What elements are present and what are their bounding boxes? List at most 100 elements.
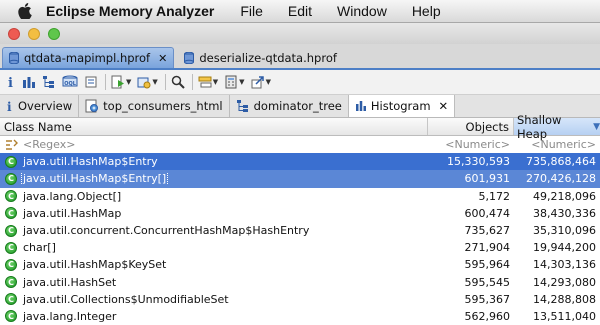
close-tab-icon[interactable]: ✕: [158, 52, 167, 65]
column-header-class-name[interactable]: Class Name: [0, 118, 428, 135]
class-name-filter-input[interactable]: <Regex>: [23, 138, 75, 151]
oql-icon[interactable]: OQL: [62, 73, 78, 91]
class-icon: C: [5, 310, 17, 323]
heap-dump-icon: [184, 51, 195, 64]
table-row[interactable]: Cjava.util.HashMap$KeySet 595,964 14,303…: [0, 256, 600, 273]
class-icon: C: [5, 258, 17, 271]
report-icon: [85, 99, 99, 113]
table-row[interactable]: Cjava.util.HashMap 600,474 38,430,336: [0, 205, 600, 222]
table-row[interactable]: Cjava.util.Collections$UnmodifiableSet 5…: [0, 291, 600, 308]
toolbar: i OQL ▼ ▼ ▼ ▼ ▼: [0, 70, 600, 95]
close-window-button[interactable]: [8, 27, 20, 40]
objects-cell: 562,960: [464, 309, 511, 323]
calculator-icon[interactable]: ▼: [224, 73, 245, 91]
svg-text:i: i: [7, 100, 12, 112]
class-icon: C: [5, 293, 17, 306]
view-tab-bar: i Overview top_consumers_html dominator_…: [0, 95, 600, 118]
toolbar-separator: [164, 74, 166, 90]
overview-info-icon[interactable]: i: [6, 73, 16, 91]
tab-label: top_consumers_html: [103, 99, 223, 113]
tab-label: Histogram: [370, 99, 431, 113]
table-header: Class Name Objects Shallow Heap ▼: [0, 113, 600, 141]
editor-tab-bar: qtdata-mapimpl.hprof ✕ deserialize-qtdat…: [0, 44, 600, 70]
class-name-cell: java.util.HashSet: [23, 275, 117, 289]
table-row[interactable]: Cchar[] 271,904 19,944,200: [0, 239, 600, 256]
table-row[interactable]: Cjava.lang.Integer 562,960 13,511,040: [0, 308, 600, 325]
histogram-table: Class Name Objects Shallow Heap ▼ <Regex>…: [0, 113, 600, 325]
thread-overview-icon[interactable]: [84, 73, 98, 91]
sort-descending-icon: ▼: [593, 121, 600, 132]
query-browser-icon[interactable]: ▼: [137, 73, 158, 91]
menu-window[interactable]: Window: [337, 3, 387, 19]
filter-row: <Regex> <Numeric> <Numeric>: [0, 136, 600, 153]
table-row[interactable]: Cjava.util.HashMap$Entry[] 601,931 270,4…: [0, 170, 600, 188]
toolbar-separator: [105, 74, 106, 90]
class-icon: C: [5, 241, 17, 254]
minimize-window-button[interactable]: [28, 27, 40, 40]
shallow-heap-cell: 49,218,096: [533, 189, 596, 203]
class-name-cell: java.lang.Integer: [23, 309, 117, 323]
editor-tab-deserialize-qtdata[interactable]: deserialize-qtdata.hprof: [178, 47, 343, 68]
heap-dump-icon: [9, 52, 19, 64]
objects-cell: 600,474: [464, 206, 511, 220]
table-row[interactable]: Cjava.util.HashMap$Entry 15,330,593 735,…: [0, 153, 600, 171]
editor-tab-label: deserialize-qtdata.hprof: [199, 50, 337, 65]
search-icon[interactable]: [171, 73, 185, 91]
shallow-heap-cell: 14,293,080: [533, 275, 596, 289]
shallow-heap-cell: 735,868,464: [526, 155, 596, 169]
menu-file[interactable]: File: [240, 3, 263, 19]
class-icon: C: [5, 207, 17, 220]
shallow-heap-cell: 270,426,128: [526, 172, 596, 186]
table-row[interactable]: Cjava.lang.Object[] 5,172 49,218,096: [0, 188, 600, 205]
shallow-heap-cell: 13,511,040: [533, 309, 596, 323]
class-name-cell: java.util.HashMap$KeySet: [23, 258, 167, 272]
tab-label: dominator_tree: [253, 99, 342, 113]
shallow-heap-cell: 19,944,200: [533, 241, 596, 255]
class-name-cell: java.util.HashMap: [23, 206, 122, 220]
objects-cell: 595,545: [464, 275, 511, 289]
class-icon: C: [5, 224, 17, 237]
group-by-icon[interactable]: ▼: [198, 73, 218, 91]
objects-cell: 15,330,593: [447, 155, 510, 169]
menu-bar: Eclipse Memory Analyzer File Edit Window…: [0, 0, 600, 23]
shallow-heap-cell: 35,310,096: [533, 224, 596, 238]
shallow-heap-cell: 14,303,136: [533, 258, 596, 272]
info-icon: i: [6, 100, 14, 112]
close-tab-icon[interactable]: ✕: [439, 99, 449, 113]
objects-cell: 271,904: [464, 241, 511, 255]
run-report-icon[interactable]: ▼: [111, 73, 131, 91]
zoom-window-button[interactable]: [48, 27, 60, 40]
dominator-tree-icon[interactable]: [42, 73, 56, 91]
shallow-heap-cell: 38,430,336: [533, 206, 596, 220]
svg-text:OQL: OQL: [64, 81, 77, 87]
tab-overview[interactable]: i Overview: [0, 95, 80, 117]
tab-histogram[interactable]: Histogram ✕: [348, 95, 456, 117]
regex-filter-icon: [5, 139, 19, 151]
tab-label: Overview: [18, 99, 73, 113]
tab-top-consumers-html[interactable]: top_consumers_html: [79, 95, 230, 117]
objects-filter-input[interactable]: <Numeric>: [428, 138, 514, 151]
editor-tab-qtdata-mapimpl[interactable]: qtdata-mapimpl.hprof ✕: [2, 47, 175, 68]
class-icon: C: [5, 172, 17, 185]
menu-help[interactable]: Help: [412, 3, 441, 19]
column-header-shallow-heap[interactable]: Shallow Heap ▼: [514, 113, 600, 141]
table-row[interactable]: Cjava.util.HashSet 595,545 14,293,080: [0, 274, 600, 291]
objects-cell: 595,964: [464, 258, 511, 272]
objects-cell: 595,367: [464, 292, 511, 306]
window-titlebar: [0, 23, 600, 44]
column-header-objects[interactable]: Objects: [428, 118, 514, 135]
objects-cell: 601,931: [464, 172, 511, 186]
class-name-cell: java.util.HashMap$Entry[]: [20, 172, 169, 186]
shallow-heap-filter-input[interactable]: <Numeric>: [514, 138, 600, 151]
menu-edit[interactable]: Edit: [288, 3, 312, 19]
editor-tab-label: qtdata-mapimpl.hprof: [24, 51, 151, 65]
histogram-icon: [355, 100, 367, 112]
class-icon: C: [5, 190, 17, 203]
apple-icon[interactable]: [14, 3, 36, 19]
table-row[interactable]: Cjava.util.concurrent.ConcurrentHashMap$…: [0, 222, 600, 239]
export-icon[interactable]: ▼: [251, 73, 271, 91]
tab-dominator-tree[interactable]: dominator_tree: [230, 95, 349, 117]
class-icon: C: [5, 276, 17, 289]
histogram-icon[interactable]: [22, 73, 36, 91]
app-name-menu[interactable]: Eclipse Memory Analyzer: [46, 3, 214, 19]
